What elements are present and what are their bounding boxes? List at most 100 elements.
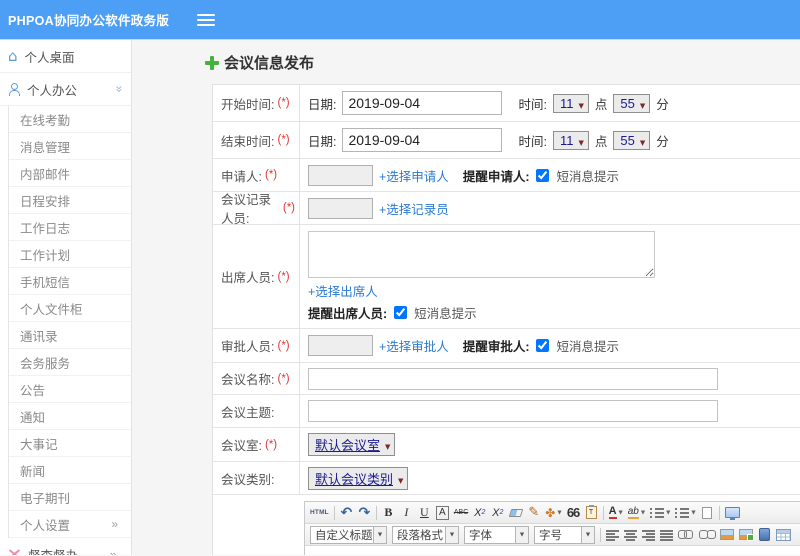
align-right-icon bbox=[642, 528, 655, 541]
font-family-select[interactable]: 字体 bbox=[464, 525, 529, 544]
format-painter-button[interactable]: ✤ bbox=[545, 504, 561, 521]
meeting-room-select[interactable]: 默认会议室 bbox=[308, 433, 396, 456]
sidebar-item-sms[interactable]: 手机短信 bbox=[9, 268, 131, 295]
custom-heading-select[interactable]: 自定义标题 bbox=[310, 525, 387, 544]
meeting-form: 开始时间:(*) 日期: 时间: 11 点 55 分 结束时间:(*) 日期: … bbox=[212, 84, 800, 555]
sidebar-item-news[interactable]: 新闻 bbox=[9, 457, 131, 484]
redo-icon[interactable]: ↷ bbox=[358, 504, 371, 521]
sidebar-item-file-cabinet[interactable]: 个人文件柜 bbox=[9, 295, 131, 322]
bold-button[interactable]: B bbox=[382, 504, 395, 521]
align-center-icon bbox=[624, 528, 637, 541]
applicant-label: 申请人: bbox=[221, 169, 262, 184]
sidebar-item-announcement[interactable]: 公告 bbox=[9, 376, 131, 403]
attendees-textarea[interactable] bbox=[308, 231, 655, 278]
underline-button[interactable]: U bbox=[418, 504, 431, 521]
form-row-meeting-type: 会议类别: 默认会议类别 bbox=[213, 462, 800, 495]
highlight-color-button[interactable]: ab bbox=[627, 504, 645, 521]
italic-button[interactable]: I bbox=[400, 504, 413, 521]
format-brush-button[interactable]: ✎ bbox=[527, 504, 540, 521]
choose-approver-link[interactable]: +选择审批人 bbox=[379, 336, 449, 355]
undo-icon[interactable]: ↶ bbox=[340, 504, 353, 521]
unlink-icon bbox=[699, 530, 716, 539]
sidebar-item-meeting-service[interactable]: 会务服务 bbox=[9, 349, 131, 376]
subscript-button[interactable]: X2 bbox=[491, 504, 504, 521]
sidebar-item-work-plan[interactable]: 工作计划 bbox=[9, 241, 131, 268]
remove-link-button[interactable] bbox=[699, 526, 716, 543]
user-icon bbox=[8, 82, 20, 96]
chevron-down-icon: » bbox=[112, 85, 127, 93]
approver-sms-checkbox[interactable] bbox=[536, 339, 550, 352]
supervise-icon bbox=[8, 548, 21, 555]
sidebar-item-desktop[interactable]: ⌂ 个人桌面 bbox=[0, 40, 131, 73]
link-icon bbox=[678, 530, 694, 539]
align-justify-button[interactable] bbox=[660, 526, 673, 543]
align-right-button[interactable] bbox=[642, 526, 655, 543]
form-row-approver: 审批人员: (*) +选择审批人 提醒审批人: 短消息提示 bbox=[213, 329, 800, 363]
dropdown-arrow-icon bbox=[373, 526, 386, 543]
ordered-list-button[interactable] bbox=[650, 504, 670, 521]
sidebar-item-personal-settings[interactable]: 个人设置 » bbox=[9, 511, 131, 538]
paragraph-format-select[interactable]: 段落格式 bbox=[392, 525, 459, 544]
paste-button[interactable]: T bbox=[585, 504, 598, 521]
sidebar-item-work-log[interactable]: 工作日志 bbox=[9, 214, 131, 241]
image-add-icon bbox=[739, 529, 754, 541]
applicant-input[interactable] bbox=[308, 164, 373, 186]
font-color-button[interactable]: A bbox=[608, 504, 623, 521]
end-hour-select[interactable]: 11 bbox=[552, 130, 589, 150]
superscript-button[interactable]: X2 bbox=[473, 504, 486, 521]
choose-applicant-link[interactable]: +选择申请人 bbox=[379, 166, 449, 185]
choose-recorder-link[interactable]: +选择记录员 bbox=[379, 199, 449, 218]
choose-attendees-link[interactable]: +选择出席人 bbox=[308, 281, 378, 300]
required-mark: (*) bbox=[264, 169, 278, 181]
approver-label: 审批人员: bbox=[221, 340, 275, 354]
sidebar-item-contacts[interactable]: 通讯录 bbox=[9, 322, 131, 349]
align-center-button[interactable] bbox=[624, 526, 637, 543]
sidebar-item-supervision[interactable]: 督查督办 » bbox=[0, 538, 131, 556]
add-icon bbox=[205, 55, 219, 70]
meeting-topic-input[interactable] bbox=[308, 400, 718, 422]
sidebar-item-memorabilia[interactable]: 大事记 bbox=[9, 430, 131, 457]
start-date-input[interactable] bbox=[342, 91, 503, 115]
insert-image-button[interactable] bbox=[720, 526, 734, 543]
form-row-meeting-topic: 会议主题: bbox=[213, 395, 800, 428]
eraser-icon bbox=[508, 508, 524, 517]
dropdown-arrow-icon bbox=[515, 526, 528, 543]
unordered-list-button[interactable] bbox=[675, 504, 695, 521]
end-date-input[interactable] bbox=[342, 128, 503, 152]
start-hour-select[interactable]: 11 bbox=[552, 93, 589, 113]
sidebar-item-attendance[interactable]: 在线考勤 bbox=[9, 106, 131, 133]
upload-image-button[interactable] bbox=[739, 526, 754, 543]
app-brand: PHPOA协同办公软件政务版 bbox=[8, 14, 170, 28]
start-minute-select[interactable]: 55 bbox=[613, 93, 651, 113]
align-justify-icon bbox=[660, 528, 673, 541]
hamburger-menu-icon[interactable] bbox=[197, 13, 216, 26]
editor-content-area[interactable] bbox=[305, 546, 800, 555]
align-left-button[interactable] bbox=[606, 526, 619, 543]
meeting-name-input[interactable] bbox=[308, 367, 718, 390]
fullscreen-button[interactable] bbox=[724, 504, 742, 521]
sidebar-item-internal-mail[interactable]: 内部邮件 bbox=[9, 160, 131, 187]
meeting-type-select[interactable]: 默认会议类别 bbox=[308, 466, 409, 490]
attendees-sms-checkbox[interactable] bbox=[394, 306, 408, 319]
dropdown-arrow-icon bbox=[445, 526, 458, 543]
applicant-sms-checkbox[interactable] bbox=[536, 168, 550, 182]
recorder-input[interactable] bbox=[308, 197, 373, 219]
approver-input[interactable] bbox=[308, 335, 373, 356]
sidebar-item-e-journal[interactable]: 电子期刊 bbox=[9, 484, 131, 511]
sidebar-item-notice[interactable]: 通知 bbox=[9, 403, 131, 430]
insert-media-button[interactable] bbox=[758, 526, 771, 543]
font-style-box-button[interactable]: A bbox=[436, 505, 449, 520]
html-source-button[interactable]: HTML bbox=[310, 504, 329, 521]
rich-text-editor: HTML ↶ ↷ B I U A ABC X2 X2 ✎ ✤ ▼ 66 T A … bbox=[304, 501, 800, 555]
font-size-select[interactable]: 字号 bbox=[534, 525, 595, 544]
sidebar-item-schedule[interactable]: 日程安排 bbox=[9, 187, 131, 214]
strikethrough-button[interactable]: ABC bbox=[454, 504, 468, 521]
blockquote-button[interactable]: 66 bbox=[567, 504, 580, 521]
eraser-button[interactable] bbox=[508, 504, 524, 521]
new-document-button[interactable] bbox=[701, 504, 714, 521]
sidebar-item-office[interactable]: 个人办公 » bbox=[0, 73, 131, 106]
insert-link-button[interactable] bbox=[678, 526, 694, 543]
sidebar-item-messages[interactable]: 消息管理 bbox=[9, 133, 131, 160]
insert-table-button[interactable] bbox=[776, 526, 791, 543]
end-minute-select[interactable]: 55 bbox=[613, 130, 651, 150]
